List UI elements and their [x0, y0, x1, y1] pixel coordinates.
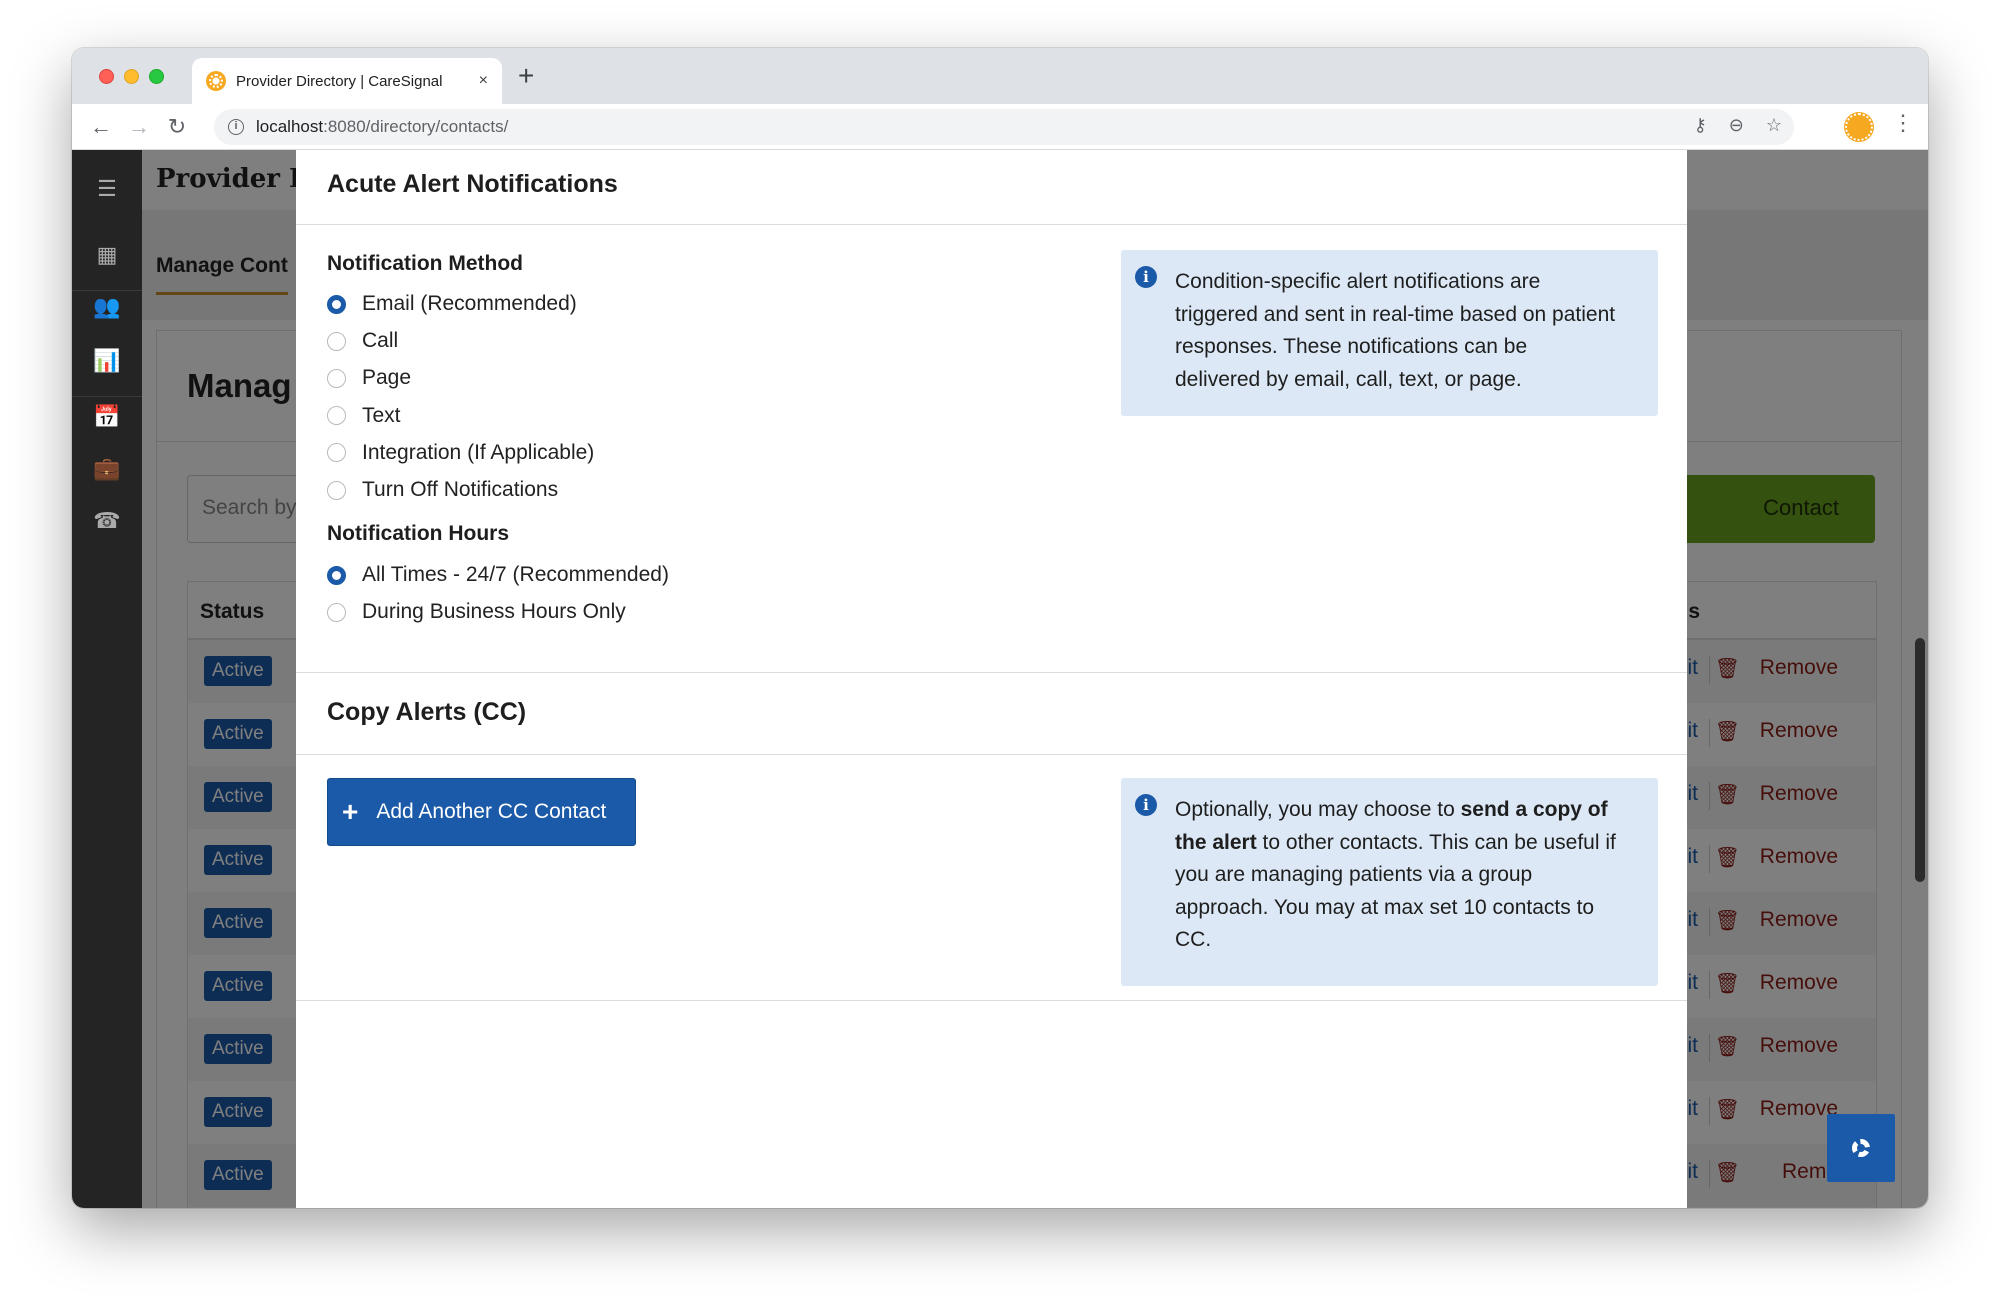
add-cc-contact-label: Add Another CC Contact	[376, 800, 607, 823]
notification-method-option[interactable]: Integration (If Applicable)	[327, 441, 594, 465]
radio-button[interactable]	[327, 602, 346, 622]
radio-label: All Times - 24/7 (Recommended)	[362, 563, 669, 586]
modal-divider	[296, 224, 1687, 225]
radio-button[interactable]	[327, 443, 346, 463]
radio-label: Call	[362, 329, 399, 353]
section-divider	[296, 754, 1687, 755]
sidebar-divider	[72, 396, 142, 397]
zoom-icon[interactable]: ⊖	[1729, 115, 1744, 136]
notification-method-option[interactable]: Text	[327, 404, 401, 428]
help-button[interactable]	[1827, 1114, 1895, 1182]
bookmark-star-icon[interactable]: ☆	[1766, 115, 1782, 136]
notification-method-option[interactable]: Turn Off Notifications	[327, 478, 558, 502]
key-icon[interactable]: ⚷	[1694, 115, 1707, 136]
info-icon: i	[1135, 794, 1157, 816]
acute-alert-modal: Acute Alert Notifications Notification M…	[296, 150, 1687, 1208]
url-host: localhost	[256, 117, 324, 136]
browser-menu-icon[interactable]: ⋮	[1892, 110, 1914, 136]
medical-kit-icon[interactable]: 💼	[72, 456, 142, 482]
lifebuoy-icon	[1852, 1139, 1870, 1157]
notification-method-option[interactable]: Page	[327, 366, 411, 390]
radio-label: Turn Off Notifications	[362, 478, 559, 501]
radio-label: Integration (If Applicable)	[362, 440, 595, 464]
caresignal-favicon-icon	[206, 71, 226, 91]
browser-toolbar: ← → ↻ i localhost:8080/directory/contact…	[72, 104, 1928, 150]
section-divider	[296, 1000, 1687, 1001]
radio-button[interactable]	[327, 565, 346, 585]
dashboard-grid-icon[interactable]: ▦	[72, 242, 142, 268]
maximize-window-button[interactable]	[149, 69, 164, 84]
radio-label: Text	[362, 403, 401, 427]
forward-arrow-icon[interactable]: →	[124, 112, 154, 142]
notification-info-box: i Condition-specific alert notifications…	[1121, 250, 1658, 416]
browser-window: Provider Directory | CareSignal × + ← → …	[72, 48, 1928, 1208]
section-divider	[296, 672, 1687, 673]
sidebar-divider	[72, 290, 142, 291]
notification-hours-option[interactable]: During Business Hours Only	[327, 600, 626, 624]
browser-tab[interactable]: Provider Directory | CareSignal ×	[192, 58, 502, 104]
scrollbar[interactable]	[1915, 638, 1925, 882]
radio-button[interactable]	[327, 406, 346, 426]
notification-hours-option[interactable]: All Times - 24/7 (Recommended)	[327, 563, 669, 587]
hamburger-menu-icon[interactable]: ☰	[72, 176, 142, 202]
radio-label: Email (Recommended)	[362, 292, 577, 315]
cc-info-box: i Optionally, you may choose to send a c…	[1121, 778, 1658, 986]
cc-info-text-start: Optionally, you may choose to	[1175, 798, 1461, 821]
back-arrow-icon[interactable]: ←	[86, 112, 116, 142]
page-viewport: ☰ ▦ 👥 📊 📅 💼 ☎ Provider I Manage Cont Man…	[72, 150, 1928, 1208]
tab-strip: Provider Directory | CareSignal × +	[72, 48, 1928, 104]
modal-title: Acute Alert Notifications	[327, 170, 618, 198]
patients-group-icon[interactable]: 👥	[72, 294, 142, 320]
minimize-window-button[interactable]	[124, 69, 139, 84]
notification-method-label: Notification Method	[327, 252, 523, 275]
radio-button[interactable]	[327, 480, 346, 500]
calendar-icon[interactable]: 📅	[72, 404, 142, 430]
notification-info-text: Condition-specific alert notifications a…	[1175, 270, 1616, 391]
address-bar[interactable]: i localhost:8080/directory/contacts/ ⚷ ⊖…	[214, 109, 1794, 145]
plus-icon: +	[342, 796, 359, 827]
radio-button[interactable]	[327, 331, 346, 351]
copy-alerts-title: Copy Alerts (CC)	[327, 698, 527, 726]
profile-avatar[interactable]	[1845, 113, 1873, 141]
notification-hours-label: Notification Hours	[327, 522, 509, 545]
tab-close-icon[interactable]: ×	[479, 72, 488, 90]
radio-label: During Business Hours Only	[362, 600, 626, 623]
url-path: :8080/directory/contacts/	[323, 117, 509, 136]
site-info-icon[interactable]: i	[228, 119, 244, 135]
radio-button[interactable]	[327, 368, 346, 388]
notification-method-option[interactable]: Call	[327, 329, 398, 353]
radio-label: Page	[362, 366, 412, 390]
new-tab-button[interactable]: +	[518, 62, 534, 90]
tab-title: Provider Directory | CareSignal	[236, 72, 443, 90]
close-window-button[interactable]	[99, 69, 114, 84]
phone-plus-icon[interactable]: ☎	[72, 508, 142, 534]
reload-icon[interactable]: ↻	[162, 112, 192, 142]
radio-button[interactable]	[327, 294, 346, 314]
analytics-chart-icon[interactable]: 📊	[72, 348, 142, 374]
notification-method-option[interactable]: Email (Recommended)	[327, 292, 577, 316]
info-icon: i	[1135, 266, 1157, 288]
add-cc-contact-button[interactable]: + Add Another CC Contact	[327, 778, 636, 846]
sidebar: ☰ ▦ 👥 📊 📅 💼 ☎	[72, 150, 142, 1208]
